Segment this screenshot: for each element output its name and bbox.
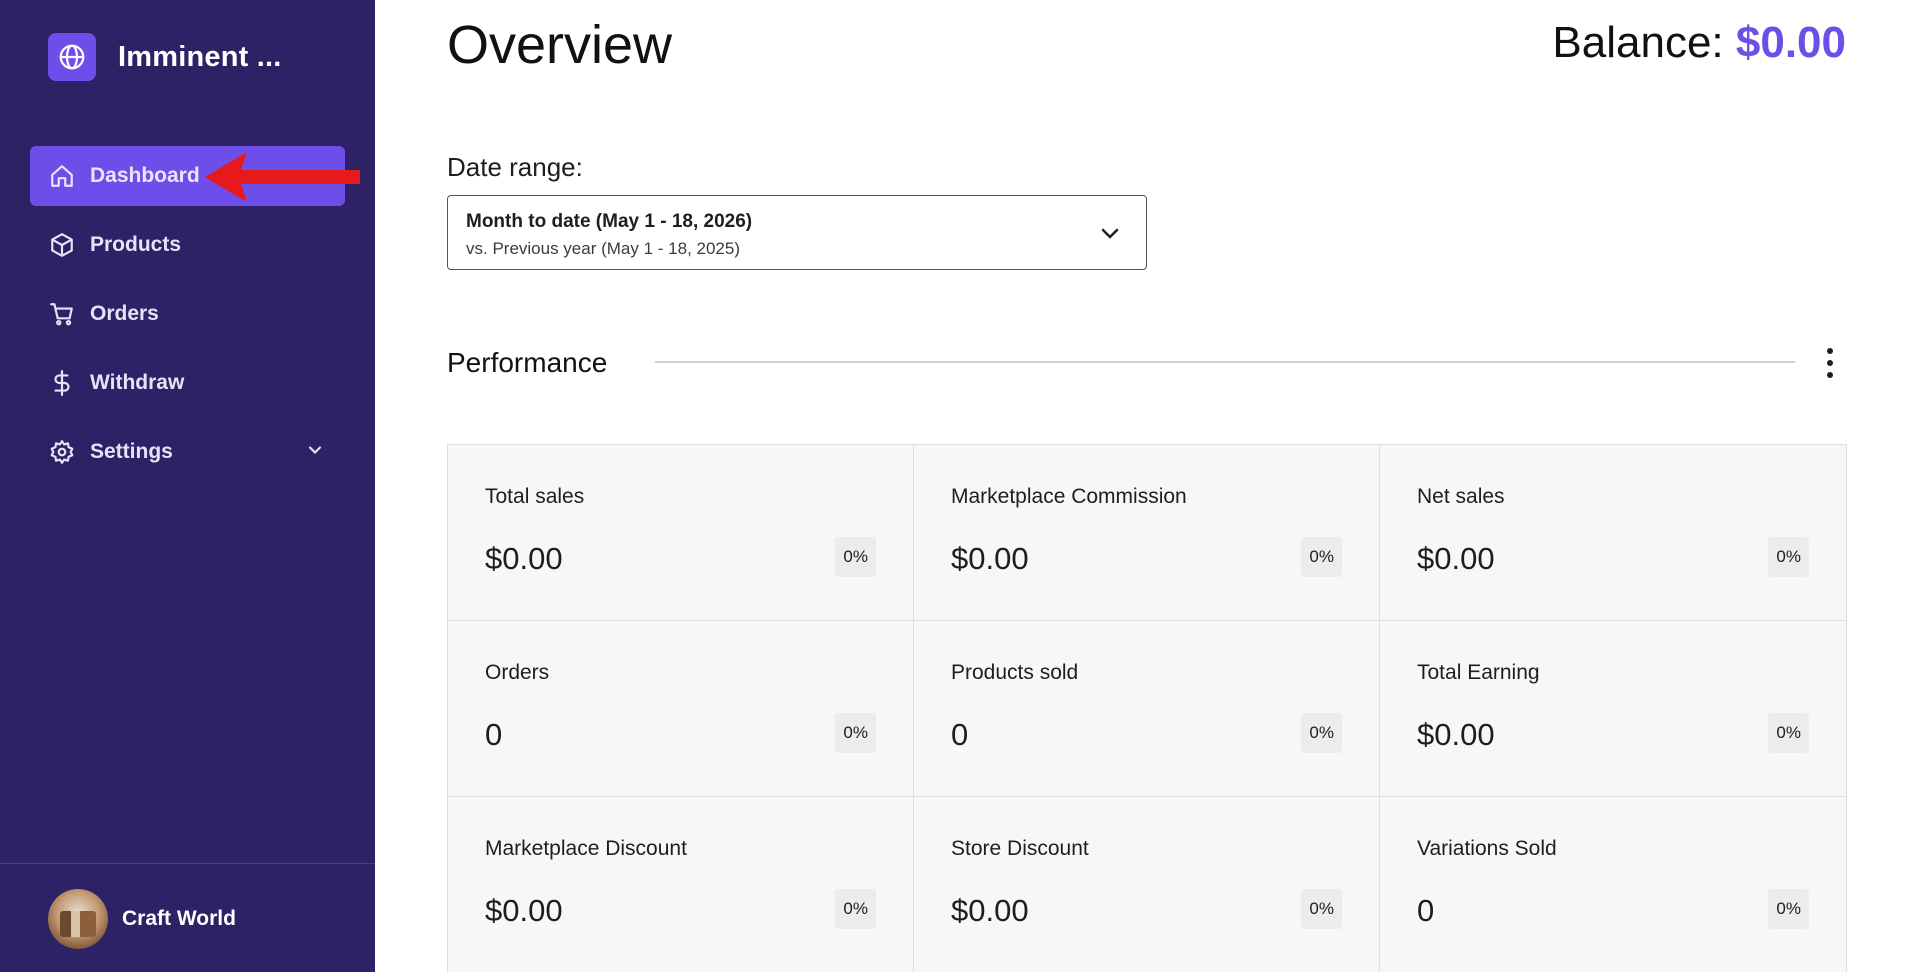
main-content: Overview Balance: $0.00 Date range: Mont…	[375, 0, 1920, 972]
sidebar-divider	[0, 863, 375, 864]
annotation-arrow-icon	[205, 152, 360, 202]
stat-label: Total Earning	[1417, 661, 1540, 684]
stat-value: 0	[951, 717, 969, 752]
performance-title: Performance	[447, 347, 608, 378]
date-range-label: Date range:	[447, 152, 583, 182]
date-range-select[interactable]: Month to date (May 1 - 18, 2026) vs. Pre…	[447, 195, 1147, 270]
chevron-down-icon	[1098, 222, 1122, 251]
globe-icon	[48, 33, 96, 81]
sidebar-item-withdraw[interactable]: Withdraw	[30, 353, 345, 413]
stat-card-orders[interactable]: Orders 0 0%	[448, 621, 914, 797]
date-range-secondary: vs. Previous year (May 1 - 18, 2025)	[466, 239, 741, 258]
stat-card-net-sales[interactable]: Net sales $0.00 0%	[1380, 445, 1846, 621]
balance: Balance: $0.00	[1552, 18, 1846, 68]
sidebar-item-label: Dashboard	[90, 164, 200, 187]
date-range-primary: Month to date (May 1 - 18, 2026)	[466, 211, 753, 232]
more-vertical-icon[interactable]	[1822, 348, 1838, 378]
stat-label: Net sales	[1417, 485, 1505, 508]
stat-card-variations-sold[interactable]: Variations Sold 0 0%	[1380, 797, 1846, 972]
stat-delta-badge: 0%	[1301, 713, 1342, 753]
stat-value: $0.00	[951, 541, 1029, 576]
sidebar: Imminent ... Dashboard Products Orders W…	[0, 0, 375, 972]
sidebar-item-settings[interactable]: Settings	[30, 422, 345, 482]
stat-card-marketplace-commission[interactable]: Marketplace Commission $0.00 0%	[914, 445, 1380, 621]
stat-card-total-earning[interactable]: Total Earning $0.00 0%	[1380, 621, 1846, 797]
stat-delta-badge: 0%	[1768, 889, 1809, 929]
stat-value: $0.00	[485, 893, 563, 928]
avatar	[48, 889, 108, 949]
dollar-icon	[48, 369, 76, 397]
brand-name: Imminent ...	[118, 40, 282, 73]
stat-delta-badge: 0%	[835, 889, 876, 929]
sidebar-item-label: Withdraw	[90, 371, 185, 394]
stat-label: Marketplace Discount	[485, 837, 687, 860]
stat-label: Orders	[485, 661, 550, 684]
stat-value: $0.00	[1417, 717, 1495, 752]
stat-label: Products sold	[951, 661, 1079, 684]
user-profile[interactable]: Craft World	[48, 889, 236, 949]
cart-icon	[48, 300, 76, 328]
user-name: Craft World	[122, 907, 236, 930]
home-icon	[48, 162, 76, 190]
stat-card-products-sold[interactable]: Products sold 0 0%	[914, 621, 1380, 797]
stat-label: Marketplace Commission	[951, 485, 1187, 508]
stat-delta-badge: 0%	[1768, 537, 1809, 577]
stat-delta-badge: 0%	[835, 537, 876, 577]
chevron-down-icon[interactable]	[305, 440, 325, 466]
stat-card-total-sales[interactable]: Total sales $0.00 0%	[448, 445, 914, 621]
page-title: Overview	[447, 15, 673, 75]
sidebar-item-label: Products	[90, 233, 182, 256]
stat-delta-badge: 0%	[835, 713, 876, 753]
stat-delta-badge: 0%	[1301, 889, 1342, 929]
stat-card-store-discount[interactable]: Store Discount $0.00 0%	[914, 797, 1380, 972]
stat-delta-badge: 0%	[1301, 537, 1342, 577]
stat-delta-badge: 0%	[1768, 713, 1809, 753]
performance-divider	[655, 361, 1795, 363]
stat-label: Variations Sold	[1417, 837, 1557, 860]
box-icon	[48, 231, 76, 259]
sidebar-item-label: Settings	[90, 440, 173, 463]
stat-value: 0	[485, 717, 503, 752]
stat-label: Store Discount	[951, 837, 1089, 860]
sidebar-item-products[interactable]: Products	[30, 215, 345, 275]
balance-label: Balance:	[1552, 18, 1724, 67]
sidebar-item-orders[interactable]: Orders	[30, 284, 345, 344]
performance-grid: Total sales $0.00 0% Marketplace Commiss…	[447, 444, 1847, 972]
stat-value: $0.00	[1417, 541, 1495, 576]
stat-card-marketplace-discount[interactable]: Marketplace Discount $0.00 0%	[448, 797, 914, 972]
stat-value: $0.00	[951, 893, 1029, 928]
sidebar-item-label: Orders	[90, 302, 159, 325]
stat-label: Total sales	[485, 485, 585, 508]
gear-icon	[48, 438, 76, 466]
stat-value: 0	[1417, 893, 1435, 928]
stat-value: $0.00	[485, 541, 563, 576]
balance-amount: $0.00	[1735, 18, 1846, 67]
brand[interactable]: Imminent ...	[48, 33, 282, 81]
